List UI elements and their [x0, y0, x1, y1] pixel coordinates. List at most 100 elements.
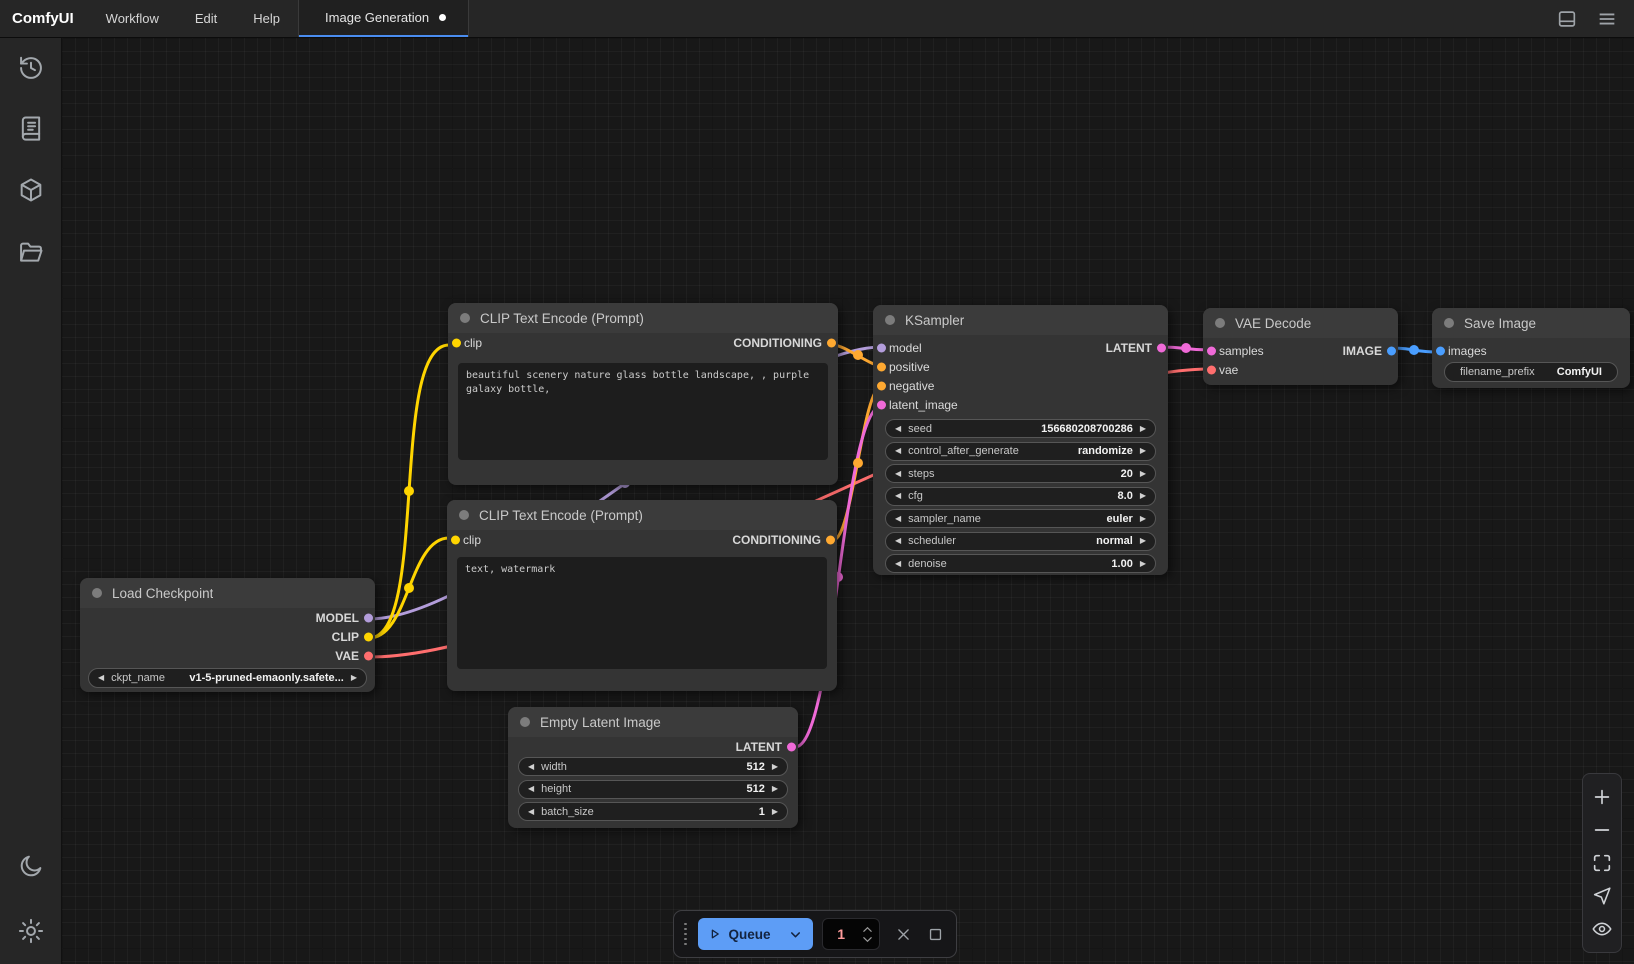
app-logo[interactable]: ComfyUI	[0, 0, 88, 37]
collapse-dot-icon[interactable]	[1215, 318, 1225, 328]
input-slot-model[interactable]	[877, 343, 886, 352]
prev-value-icon[interactable]	[895, 537, 901, 545]
increment-icon[interactable]	[772, 808, 778, 816]
queue-button[interactable]: Queue	[698, 918, 814, 950]
increment-icon[interactable]	[1140, 492, 1146, 500]
increment-icon[interactable]	[772, 785, 778, 793]
input-slot-samples[interactable]	[1207, 346, 1216, 355]
batch-count-input[interactable]: 1	[822, 918, 880, 950]
output-slot-clip[interactable]	[364, 632, 373, 641]
node-header[interactable]: Load Checkpoint	[80, 578, 375, 608]
hamburger-menu-icon[interactable]	[1596, 8, 1618, 30]
output-slot-conditioning[interactable]	[827, 338, 836, 347]
widget-cfg[interactable]: cfg 8.0	[885, 487, 1156, 506]
node-ksampler[interactable]: KSampler model LATENT positive negative …	[873, 305, 1168, 575]
drag-handle[interactable]	[682, 923, 689, 946]
next-value-icon[interactable]	[351, 674, 357, 682]
decrement-icon[interactable]	[528, 808, 534, 816]
widget-filename-prefix[interactable]: filename_prefix ComfyUI	[1444, 362, 1618, 382]
prompt-textarea[interactable]: beautiful scenery nature glass bottle la…	[458, 363, 828, 460]
node-header[interactable]: KSampler	[873, 305, 1168, 335]
increment-icon[interactable]	[772, 763, 778, 771]
output-slot-vae[interactable]	[364, 651, 373, 660]
widget-sampler-name[interactable]: sampler_name euler	[885, 509, 1156, 528]
model-library-icon[interactable]	[17, 176, 45, 204]
chevron-down-icon[interactable]	[788, 927, 803, 942]
menu-help[interactable]: Help	[235, 0, 298, 37]
widget-height[interactable]: height 512	[518, 780, 788, 799]
output-slot-model[interactable]	[364, 613, 373, 622]
widget-denoise[interactable]: denoise 1.00	[885, 554, 1156, 573]
next-value-icon[interactable]	[1140, 537, 1146, 545]
node-header[interactable]: VAE Decode	[1203, 308, 1398, 338]
input-slot-latent-image[interactable]	[877, 400, 886, 409]
widget-batch-size[interactable]: batch_size 1	[518, 802, 788, 821]
input-slot-images[interactable]	[1436, 346, 1445, 355]
collapse-dot-icon[interactable]	[92, 588, 102, 598]
node-clip-text-encode-positive[interactable]: CLIP Text Encode (Prompt) clip CONDITION…	[448, 303, 838, 485]
node-header[interactable]: Save Image	[1432, 308, 1630, 338]
output-slot-conditioning[interactable]	[826, 535, 835, 544]
collapse-dot-icon[interactable]	[459, 510, 469, 520]
prev-value-icon[interactable]	[895, 515, 901, 523]
node-load-checkpoint[interactable]: Load Checkpoint MODEL CLIP VAE ckpt_name…	[80, 578, 375, 692]
node-header[interactable]: Empty Latent Image	[508, 707, 798, 737]
workflows-icon[interactable]	[17, 239, 45, 267]
decrement-icon[interactable]	[895, 492, 901, 500]
next-value-icon[interactable]	[1140, 447, 1146, 455]
zoom-in-icon[interactable]	[1591, 786, 1613, 808]
node-library-icon[interactable]	[17, 114, 45, 142]
menu-workflow[interactable]: Workflow	[88, 0, 177, 37]
collapse-dot-icon[interactable]	[520, 717, 530, 727]
decrement-icon[interactable]	[895, 470, 901, 478]
menu-edit[interactable]: Edit	[177, 0, 235, 37]
output-slot-latent[interactable]	[787, 742, 796, 751]
increment-icon[interactable]	[1140, 560, 1146, 568]
widget-scheduler[interactable]: scheduler normal	[885, 532, 1156, 551]
collapse-dot-icon[interactable]	[885, 315, 895, 325]
history-icon[interactable]	[17, 54, 45, 82]
input-slot-clip[interactable]	[452, 338, 461, 347]
node-canvas[interactable]	[62, 38, 1634, 964]
input-slot-negative[interactable]	[877, 381, 886, 390]
decrement-icon[interactable]	[895, 560, 901, 568]
input-slot-vae[interactable]	[1207, 365, 1216, 374]
widget-steps[interactable]: steps 20	[885, 464, 1156, 483]
node-header[interactable]: CLIP Text Encode (Prompt)	[448, 303, 838, 333]
node-clip-text-encode-negative[interactable]: CLIP Text Encode (Prompt) clip CONDITION…	[447, 500, 837, 691]
prev-value-icon[interactable]	[895, 447, 901, 455]
decrement-icon[interactable]	[895, 425, 901, 433]
increment-icon[interactable]	[1140, 425, 1146, 433]
stepper-up-icon[interactable]	[862, 926, 873, 933]
prev-value-icon[interactable]	[98, 674, 104, 682]
node-save-image[interactable]: Save Image images filename_prefix ComfyU…	[1432, 308, 1630, 388]
widget-control-after-generate[interactable]: control_after_generate randomize	[885, 442, 1156, 461]
next-value-icon[interactable]	[1140, 515, 1146, 523]
output-slot-image[interactable]	[1387, 346, 1396, 355]
input-slot-positive[interactable]	[877, 362, 886, 371]
decrement-icon[interactable]	[528, 763, 534, 771]
decrement-icon[interactable]	[528, 785, 534, 793]
collapse-dot-icon[interactable]	[1444, 318, 1454, 328]
increment-icon[interactable]	[1140, 470, 1146, 478]
settings-icon[interactable]	[17, 917, 45, 945]
toggle-visibility-icon[interactable]	[1591, 918, 1613, 940]
fit-view-icon[interactable]	[1591, 852, 1613, 874]
pointer-mode-icon[interactable]	[1591, 885, 1613, 907]
stepper-down-icon[interactable]	[862, 936, 873, 943]
widget-ckpt-name[interactable]: ckpt_name v1-5-pruned-emaonly.safete...	[88, 668, 367, 688]
prompt-textarea[interactable]: text, watermark	[457, 557, 827, 669]
output-slot-latent[interactable]	[1157, 343, 1166, 352]
theme-toggle-icon[interactable]	[17, 852, 45, 880]
node-empty-latent-image[interactable]: Empty Latent Image LATENT width 512 heig…	[508, 707, 798, 828]
node-vae-decode[interactable]: VAE Decode samples IMAGE vae	[1203, 308, 1398, 385]
zoom-out-icon[interactable]	[1591, 819, 1613, 841]
node-header[interactable]: CLIP Text Encode (Prompt)	[447, 500, 837, 530]
collapse-dot-icon[interactable]	[460, 313, 470, 323]
bottom-panel-icon[interactable]	[1556, 8, 1578, 30]
clear-queue-icon[interactable]	[895, 926, 912, 943]
stop-icon[interactable]	[927, 926, 944, 943]
widget-seed[interactable]: seed 156680208700286	[885, 419, 1156, 438]
input-slot-clip[interactable]	[451, 535, 460, 544]
widget-width[interactable]: width 512	[518, 757, 788, 776]
